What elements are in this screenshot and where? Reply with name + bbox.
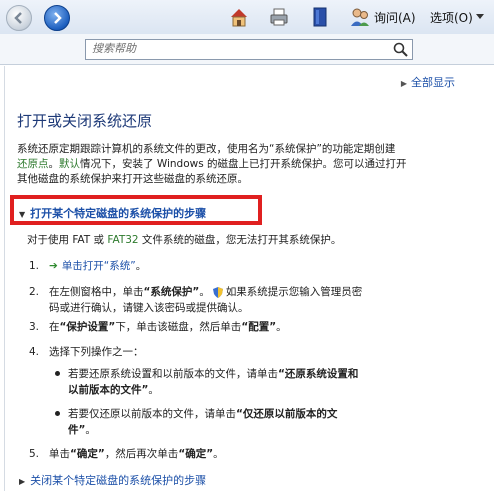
step-5: 5. 单击“确定”，然后再次单击“确定”。: [29, 448, 224, 460]
restore-point-link[interactable]: 还原点: [17, 158, 49, 170]
open-system-link[interactable]: 单击打开“系统”: [62, 260, 136, 272]
step-3: 3. 在“保护设置”下，单击该磁盘，然后单击“配置”。: [29, 321, 287, 333]
intro-paragraph: 系统还原定期跟踪计算机的系统文件的更改，使用名为“系统保护”的功能定期创建 还原…: [17, 143, 407, 185]
options-menu[interactable]: 选项(O): [430, 9, 473, 26]
help-content: ▶ 全部显示 打开或关闭系统还原 系统还原定期跟踪计算机的系统文件的更改，使用名为…: [4, 66, 475, 491]
back-button[interactable]: [6, 5, 32, 31]
triangle-right-icon: ▶: [19, 477, 26, 486]
print-icon[interactable]: [268, 6, 290, 28]
show-all-link[interactable]: ▶ 全部显示: [401, 74, 455, 90]
browse-help-icon[interactable]: [309, 6, 331, 28]
arrow-right-icon: ➔: [49, 260, 58, 272]
back-arrow-icon: [14, 12, 22, 24]
section-close-toggle[interactable]: ▶ 关闭某个特定磁盘的系统保护的步骤: [19, 472, 206, 488]
default-link[interactable]: 默认: [59, 158, 80, 170]
uac-shield-icon: [212, 286, 223, 298]
search-icon[interactable]: [392, 41, 410, 58]
home-icon[interactable]: [228, 6, 250, 28]
search-bar: [0, 34, 494, 65]
ask-icon[interactable]: [349, 6, 371, 28]
triangle-right-icon: ▶: [400, 79, 407, 88]
bullet-restore-files: 若要仅还原以前版本的文件，请单击“仅还原以前版本的文 件”。: [55, 406, 337, 438]
bullet-dot: [55, 370, 60, 376]
red-highlight-box: [10, 195, 262, 225]
step-1: 1. ➔ 单击打开“系统”。: [29, 260, 147, 272]
search-box: [85, 39, 413, 60]
forward-button[interactable]: [44, 5, 70, 31]
search-input[interactable]: [86, 40, 382, 57]
toolbar: 询问(A) 选项(O): [0, 0, 494, 35]
bullet-dot: [55, 410, 60, 416]
system-protection-term: “系统保护”: [143, 286, 200, 298]
fat32-link[interactable]: FAT32: [107, 234, 138, 246]
options-chevron-down-icon[interactable]: [476, 14, 484, 20]
step-4: 4. 选择下列操作之一：: [29, 346, 144, 358]
bullet-restore-all: 若要还原系统设置和以前版本的文件，请单击“还原系统设置和 以前版本的文件”。: [55, 366, 358, 398]
page-title: 打开或关闭系统还原: [17, 112, 153, 130]
fat-note: 对于使用 FAT 或 FAT32 文件系统的磁盘，您无法打开其系统保护。: [27, 234, 342, 246]
ask-menu[interactable]: 询问(A): [374, 9, 416, 26]
step-2: 2. 在左侧窗格中，单击“系统保护”。 如果系统提示您输入管理员密 码或进行确认，…: [29, 286, 363, 314]
forward-arrow-icon: [54, 12, 62, 24]
